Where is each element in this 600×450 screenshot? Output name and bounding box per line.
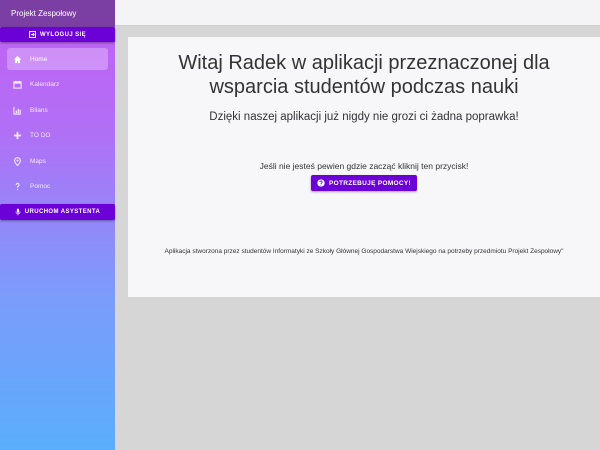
sidebar-item-pomoc[interactable]: Pomoc — [7, 176, 108, 198]
welcome-heading: Witaj Radek w aplikacji przeznaczonej dl… — [178, 52, 550, 98]
sidebar-item-bilans[interactable]: Bilans — [7, 99, 108, 121]
question-circle-icon — [317, 179, 325, 187]
chart-icon — [13, 105, 25, 115]
logout-icon — [29, 31, 36, 38]
plus-icon — [13, 131, 25, 141]
sidebar-item-kalendarz[interactable]: Kalendarz — [7, 74, 108, 96]
sidebar-item-home[interactable]: Home — [7, 48, 108, 70]
top-bar — [115, 0, 600, 26]
logout-button[interactable]: WYLOGUJ SIĘ — [0, 27, 115, 42]
welcome-card: Witaj Radek w aplikacji przeznaczonej dl… — [128, 37, 600, 297]
sidebar: Projekt Zespołowy WYLOGUJ SIĘ Home Kalen… — [0, 0, 115, 450]
sidebar-nav: Home Kalendarz Bilans TO DO Maps Pomoc — [0, 42, 115, 198]
welcome-subtitle: Dzięki naszej aplikacji już nigdy nie gr… — [209, 111, 519, 123]
sidebar-item-label: TO DO — [30, 132, 51, 139]
sidebar-item-label: Maps — [30, 157, 46, 165]
help-button[interactable]: POTRZEBUJĘ POMOCY! — [311, 175, 417, 191]
help-prompt-text: Jeśli nie jesteś pewien gdzie zacząć kli… — [259, 161, 469, 171]
calendar-icon — [13, 80, 25, 90]
home-icon — [13, 54, 25, 64]
sidebar-item-label: Home — [30, 55, 48, 63]
sidebar-item-label: Kalendarz — [30, 81, 60, 88]
assistant-button[interactable]: URUCHOM ASYSTENTA — [0, 204, 115, 220]
help-button-label: POTRZEBUJĘ POMOCY! — [329, 179, 411, 187]
sidebar-item-todo[interactable]: TO DO — [7, 125, 108, 147]
map-pin-icon — [13, 156, 25, 166]
sidebar-item-maps[interactable]: Maps — [7, 150, 108, 172]
sidebar-item-label: Pomoc — [30, 183, 51, 190]
footer-note: Aplikacja stworzona przez studentów Info… — [164, 248, 564, 255]
help-icon — [13, 182, 25, 192]
microphone-icon — [15, 208, 21, 216]
app-title: Projekt Zespołowy — [0, 0, 115, 27]
assistant-label: URUCHOM ASYSTENTA — [24, 209, 101, 215]
logout-label: WYLOGUJ SIĘ — [39, 31, 87, 38]
sidebar-item-label: Bilans — [30, 106, 48, 114]
